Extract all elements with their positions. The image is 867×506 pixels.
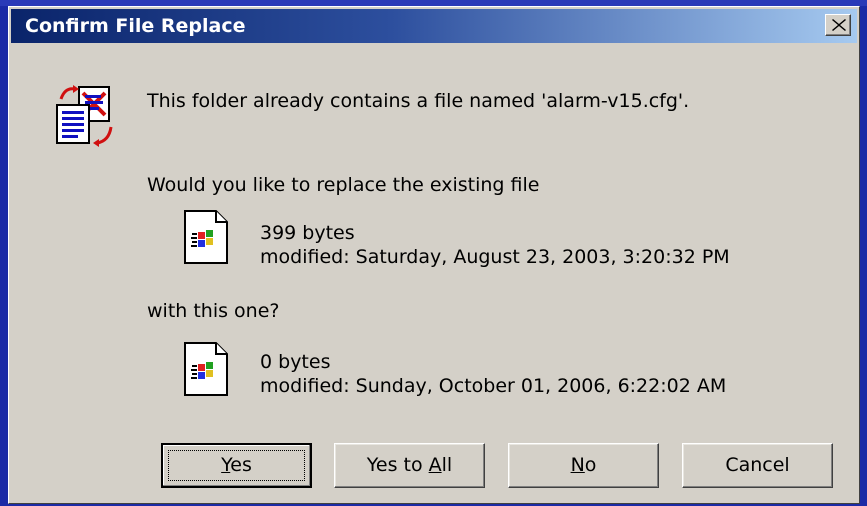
question-text: Would you like to replace the existing f… (147, 174, 540, 196)
with-text: with this one? (147, 300, 280, 322)
existing-file-modified: modified: Saturday, August 23, 2003, 3:2… (260, 246, 730, 268)
windows-file-icon (184, 210, 228, 264)
new-file-modified: modified: Sunday, October 01, 2006, 6:22… (260, 375, 727, 397)
existing-file-size: 399 bytes (260, 222, 355, 244)
no-button[interactable]: No (508, 443, 659, 488)
yes-to-all-button[interactable]: Yes to All (334, 443, 485, 488)
new-file-size: 0 bytes (260, 351, 331, 373)
windows-file-icon (184, 342, 228, 396)
replace-file-icon (56, 85, 113, 147)
yes-button[interactable]: Yes (161, 443, 312, 488)
message-text: This folder already contains a file name… (147, 90, 690, 112)
cancel-button[interactable]: Cancel (682, 443, 833, 488)
close-button[interactable] (825, 14, 851, 36)
cancel-button-label: Cancel (725, 454, 790, 476)
title-bar[interactable]: Confirm File Replace (11, 9, 857, 43)
dialog-title: Confirm File Replace (25, 15, 246, 37)
yes-to-all-button-label: Yes to All (366, 454, 453, 476)
close-icon (832, 19, 846, 31)
confirm-file-replace-dialog: Confirm File Replace This folder already… (8, 6, 860, 504)
no-button-label: No (570, 454, 597, 476)
yes-button-label: Yes (221, 454, 252, 476)
